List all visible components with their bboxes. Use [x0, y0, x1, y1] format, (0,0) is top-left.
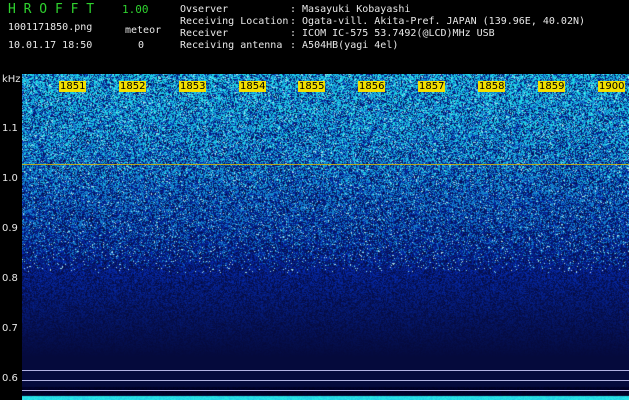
file-name: 1001171850.png: [8, 22, 93, 33]
reference-line-upper: [22, 370, 629, 371]
reference-line-lower: [22, 390, 629, 391]
time-label-1852: 1852: [119, 81, 147, 92]
tick-0-8: 0.8: [2, 273, 18, 284]
app-title: H R O F F T: [8, 2, 95, 17]
tick-0-6: 0.6: [2, 373, 18, 384]
antenna-value: : A504HB(yagi 4el): [290, 40, 399, 51]
reference-line-middle: [22, 380, 629, 381]
location-key: Receiving Location: [180, 16, 289, 27]
receiver-key: Receiver: [180, 28, 229, 39]
frequency-axis: kHz 1.1 1.0 0.9 0.8 0.7 0.6: [0, 74, 22, 400]
time-label-1854: 1854: [239, 81, 267, 92]
tick-0-9: 0.9: [2, 223, 18, 234]
meteor-label: meteor: [125, 25, 162, 36]
time-label-1856: 1856: [358, 81, 386, 92]
receiver-value: : ICOM IC-575 53.7492(@LCD)MHz USB: [290, 28, 495, 39]
time-label-1900: 1900: [598, 81, 626, 92]
file-datetime: 10.01.17 18:50: [8, 40, 93, 51]
observer-key: Ovserver: [180, 4, 229, 15]
time-label-1857: 1857: [418, 81, 446, 92]
time-label-1855: 1855: [298, 81, 326, 92]
app-version: 1.00: [122, 3, 149, 16]
time-label-1859: 1859: [538, 81, 566, 92]
tick-1-0: 1.0: [2, 173, 18, 184]
time-label-1851: 1851: [59, 81, 87, 92]
time-label-1858: 1858: [478, 81, 506, 92]
tick-0-7: 0.7: [2, 323, 18, 334]
header-panel: H R O F F T 1.00 1001171850.png meteor 1…: [0, 0, 629, 74]
spectrogram-plot[interactable]: [22, 74, 629, 400]
location-value: : Ogata-vill. Akita-Pref. JAPAN (139.96E…: [290, 16, 586, 27]
carrier-line: [22, 164, 629, 165]
tick-1-1: 1.1: [2, 123, 18, 134]
observer-value: : Masayuki Kobayashi: [290, 4, 411, 15]
time-label-1853: 1853: [179, 81, 207, 92]
antenna-key: Receiving antenna: [180, 40, 283, 51]
spectrogram-canvas[interactable]: [22, 74, 629, 400]
meteor-count: 0: [138, 40, 145, 51]
frequency-unit: kHz: [2, 74, 21, 85]
